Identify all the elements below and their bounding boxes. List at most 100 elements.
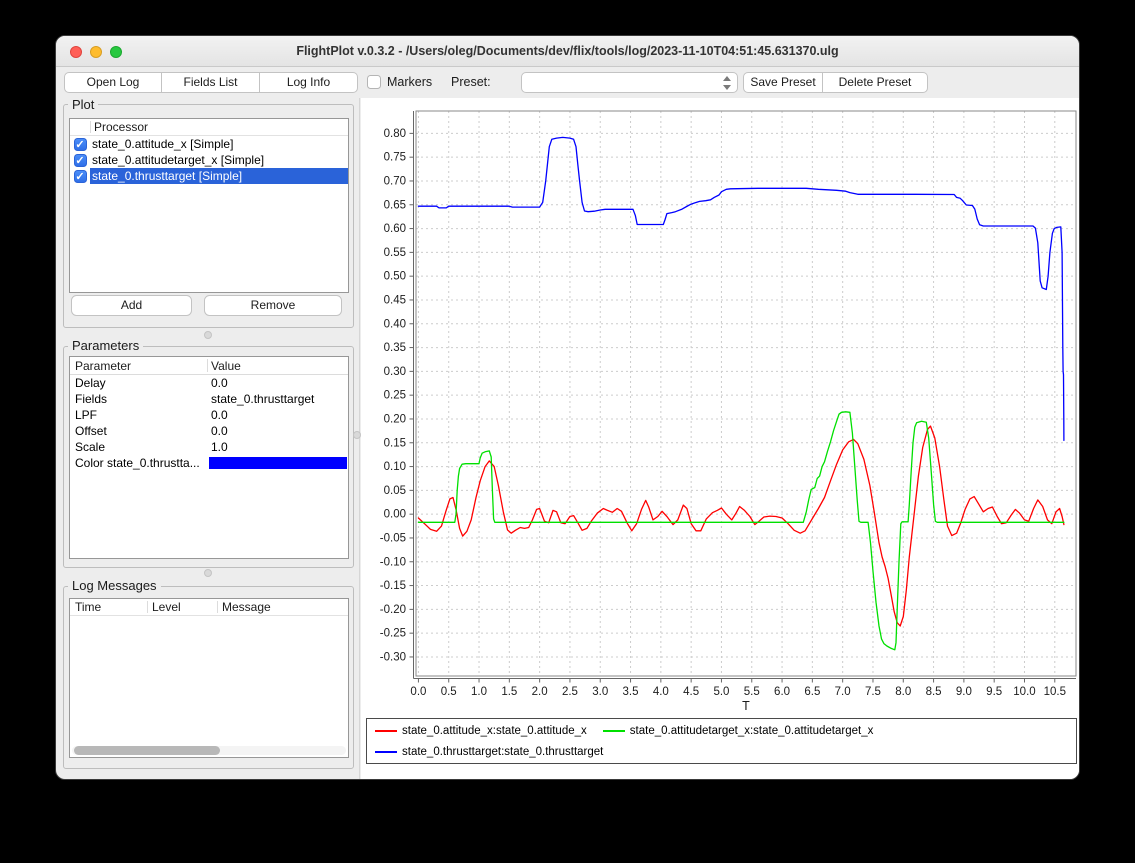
svg-text:6.0: 6.0 (774, 686, 790, 698)
table-row[interactable]: Fields state_0.thrusttarget (70, 391, 348, 407)
horizontal-splitter-handle[interactable] (204, 569, 212, 577)
parameters-table[interactable]: Parameter Value Delay 0.0 Fields state_0… (69, 356, 349, 559)
svg-text:2.5: 2.5 (562, 686, 578, 698)
preset-input[interactable] (528, 74, 715, 91)
flight-data-chart[interactable]: -0.30 -0.25 -0.20 -0.15 -0.10 -0.05 0.00 0.05 0.… (361, 98, 1080, 714)
legend-swatch-icon (375, 730, 397, 732)
column-value: Value (211, 357, 241, 375)
legend-label: state_0.thrusttarget:state_0.thrusttarge… (402, 746, 603, 758)
processor-list[interactable]: Processor state_0.attitude_x [Simple] st… (69, 118, 349, 293)
svg-text:0.70: 0.70 (384, 175, 406, 187)
add-button[interactable]: Add (71, 295, 192, 316)
parameters-group-title: Parameters (68, 339, 143, 352)
window-title: FlightPlot v.0.3.2 - /Users/oleg/Documen… (56, 36, 1079, 67)
svg-text:0.45: 0.45 (384, 294, 406, 306)
column-level: Level (152, 599, 181, 616)
svg-text:0.10: 0.10 (384, 461, 406, 473)
table-row[interactable]: LPF 0.0 (70, 407, 348, 423)
legend-swatch-icon (375, 751, 397, 753)
svg-text:0.25: 0.25 (384, 390, 406, 402)
svg-text:-0.25: -0.25 (380, 628, 406, 640)
column-time: Time (75, 599, 101, 616)
legend-item: state_0.thrusttarget:state_0.thrusttarge… (375, 741, 603, 762)
svg-text:0.20: 0.20 (384, 413, 406, 425)
svg-text:0.05: 0.05 (384, 485, 406, 497)
preset-combobox[interactable] (521, 72, 738, 93)
preset-label: Preset: (451, 72, 491, 93)
series-label[interactable]: state_0.attitude_x [Simple] (90, 136, 348, 152)
svg-text:1.5: 1.5 (501, 686, 517, 698)
svg-text:0.35: 0.35 (384, 342, 406, 354)
table-row[interactable]: Scale 1.0 (70, 439, 348, 455)
svg-text:4.5: 4.5 (683, 686, 699, 698)
horizontal-scrollbar[interactable] (72, 746, 346, 755)
svg-text:9.5: 9.5 (986, 686, 1002, 698)
log-messages-group-title: Log Messages (68, 579, 161, 592)
delete-preset-button[interactable]: Delete Preset (823, 72, 928, 93)
svg-text:-0.05: -0.05 (380, 532, 406, 544)
remove-button[interactable]: Remove (204, 295, 342, 316)
svg-text:T: T (742, 699, 750, 713)
preset-actions-group: Save Preset Delete Preset (743, 72, 928, 93)
legend-item: state_0.attitudetarget_x:state_0.attitud… (603, 720, 874, 741)
toolbar: Open Log Fields List Log Info Markers Pr… (56, 68, 1079, 98)
series-visible-checkbox[interactable] (74, 138, 87, 151)
column-message: Message (222, 599, 271, 616)
svg-text:-0.10: -0.10 (380, 556, 406, 568)
chart-panel: -0.30 -0.25 -0.20 -0.15 -0.10 -0.05 0.00 0.05 0.… (361, 98, 1080, 780)
list-item[interactable]: state_0.attitudetarget_x [Simple] (70, 152, 348, 168)
svg-text:6.5: 6.5 (804, 686, 820, 698)
svg-text:-0.30: -0.30 (380, 651, 406, 663)
fields-list-button[interactable]: Fields List (162, 72, 260, 93)
table-row[interactable]: Delay 0.0 (70, 375, 348, 391)
table-row-color[interactable]: Color state_0.thrustta... (70, 455, 348, 471)
svg-text:0.75: 0.75 (384, 152, 406, 164)
markers-checkbox[interactable] (367, 75, 381, 89)
vertical-splitter-handle[interactable] (353, 431, 361, 439)
log-messages-table[interactable]: Time Level Message (69, 598, 349, 758)
series-visible-checkbox[interactable] (74, 154, 87, 167)
column-parameter: Parameter (75, 357, 131, 375)
svg-text:3.5: 3.5 (623, 686, 639, 698)
svg-text:0.00: 0.00 (384, 509, 406, 521)
series-label[interactable]: state_0.attitudetarget_x [Simple] (90, 152, 348, 168)
save-preset-button[interactable]: Save Preset (743, 72, 823, 93)
legend-item: state_0.attitude_x:state_0.attitude_x (375, 720, 587, 741)
svg-text:10.0: 10.0 (1013, 686, 1035, 698)
svg-text:1.0: 1.0 (471, 686, 487, 698)
svg-text:2.0: 2.0 (532, 686, 548, 698)
svg-text:-0.15: -0.15 (380, 580, 406, 592)
series-visible-checkbox[interactable] (74, 170, 87, 183)
svg-text:0.0: 0.0 (410, 686, 426, 698)
svg-text:0.80: 0.80 (384, 128, 406, 140)
horizontal-splitter-handle[interactable] (204, 331, 212, 339)
plot-group-title: Plot (68, 98, 98, 111)
svg-text:5.5: 5.5 (744, 686, 760, 698)
svg-text:0.30: 0.30 (384, 366, 406, 378)
svg-text:0.65: 0.65 (384, 199, 406, 211)
series-label[interactable]: state_0.thrusttarget [Simple] (90, 168, 348, 184)
title-bar[interactable]: FlightPlot v.0.3.2 - /Users/oleg/Documen… (56, 36, 1079, 67)
log-info-button[interactable]: Log Info (260, 72, 358, 93)
parameters-table-header: Parameter Value (70, 357, 348, 375)
vertical-splitter[interactable] (359, 98, 360, 779)
combo-stepper-icon[interactable] (720, 75, 733, 91)
log-actions-group: Open Log Fields List Log Info (64, 72, 358, 93)
log-table-header: Time Level Message (70, 599, 348, 616)
svg-text:-0.20: -0.20 (380, 604, 406, 616)
chart-legend: state_0.attitude_x:state_0.attitude_xsta… (366, 718, 1077, 764)
svg-text:0.60: 0.60 (384, 223, 406, 235)
scrollbar-thumb[interactable] (74, 746, 220, 755)
svg-text:8.5: 8.5 (926, 686, 942, 698)
svg-text:4.0: 4.0 (653, 686, 669, 698)
list-item-selected[interactable]: state_0.thrusttarget [Simple] (70, 168, 348, 184)
svg-text:0.55: 0.55 (384, 247, 406, 259)
series-color-swatch[interactable] (209, 457, 347, 469)
table-row[interactable]: Offset 0.0 (70, 423, 348, 439)
column-divider (147, 601, 148, 613)
flightplot-window: FlightPlot v.0.3.2 - /Users/oleg/Documen… (55, 35, 1080, 780)
open-log-button[interactable]: Open Log (64, 72, 162, 93)
list-item[interactable]: state_0.attitude_x [Simple] (70, 136, 348, 152)
svg-text:3.0: 3.0 (592, 686, 608, 698)
column-divider (207, 359, 208, 372)
